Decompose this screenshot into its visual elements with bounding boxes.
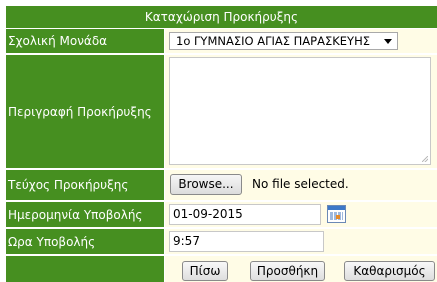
- school-label: Σχολική Μονάδα: [6, 29, 164, 53]
- school-select-value: 1ο ΓΥΜΝΑΣΙΟ ΑΓΙΑΣ ΠΑΡΑΣΚΕΥΗΣ: [176, 34, 370, 48]
- document-value-cell: Browse... No file selected.: [165, 170, 437, 200]
- back-button[interactable]: Πίσω: [182, 261, 228, 281]
- description-textarea[interactable]: [169, 57, 431, 165]
- description-row: Περιγραφή Προκήρυξης: [6, 55, 437, 168]
- submit-date-input[interactable]: 01-09-2015: [169, 204, 321, 225]
- resize-grip-icon[interactable]: [422, 156, 428, 162]
- submit-time-value-cell: 9:57: [165, 229, 437, 254]
- clear-button[interactable]: Καθαρισμός: [344, 261, 435, 281]
- actions-cell: Πίσω Προσθήκη Καθαρισμός: [165, 256, 437, 282]
- submit-date-row: Ημερομηνία Υποβολής 01-09-2015: [6, 202, 437, 227]
- description-label: Περιγραφή Προκήρυξης: [6, 55, 164, 168]
- file-status: No file selected.: [252, 177, 349, 191]
- chevron-down-icon: [384, 39, 392, 44]
- document-label: Τεύχος Προκήρυξης: [6, 170, 164, 200]
- description-value-cell: [165, 55, 437, 168]
- actions-label-cell: [6, 256, 164, 282]
- submit-time-label: Ωρα Υποβολής: [6, 229, 164, 254]
- submit-date-label: Ημερομηνία Υποβολής: [6, 202, 164, 227]
- submit-date-value-cell: 01-09-2015: [165, 202, 437, 227]
- school-select[interactable]: 1ο ΓΥΜΝΑΣΙΟ ΑΓΙΑΣ ΠΑΡΑΣΚΕΥΗΣ: [169, 32, 398, 50]
- calendar-icon[interactable]: [327, 205, 346, 223]
- form-title: Καταχώριση Προκήρυξης: [6, 6, 437, 29]
- school-row: Σχολική Μονάδα 1ο ΓΥΜΝΑΣΙΟ ΑΓΙΑΣ ΠΑΡΑΣΚΕ…: [6, 29, 437, 53]
- browse-button[interactable]: Browse...: [170, 174, 242, 195]
- actions-row: Πίσω Προσθήκη Καθαρισμός: [6, 256, 437, 282]
- school-value-cell: 1ο ΓΥΜΝΑΣΙΟ ΑΓΙΑΣ ΠΑΡΑΣΚΕΥΗΣ: [165, 29, 437, 53]
- submit-time-row: Ωρα Υποβολής 9:57: [6, 229, 437, 254]
- document-row: Τεύχος Προκήρυξης Browse... No file sele…: [6, 170, 437, 200]
- add-button[interactable]: Προσθήκη: [250, 261, 325, 281]
- submit-time-input[interactable]: 9:57: [169, 231, 324, 252]
- announcement-form: Καταχώριση Προκήρυξης Σχολική Μονάδα 1ο …: [6, 6, 437, 282]
